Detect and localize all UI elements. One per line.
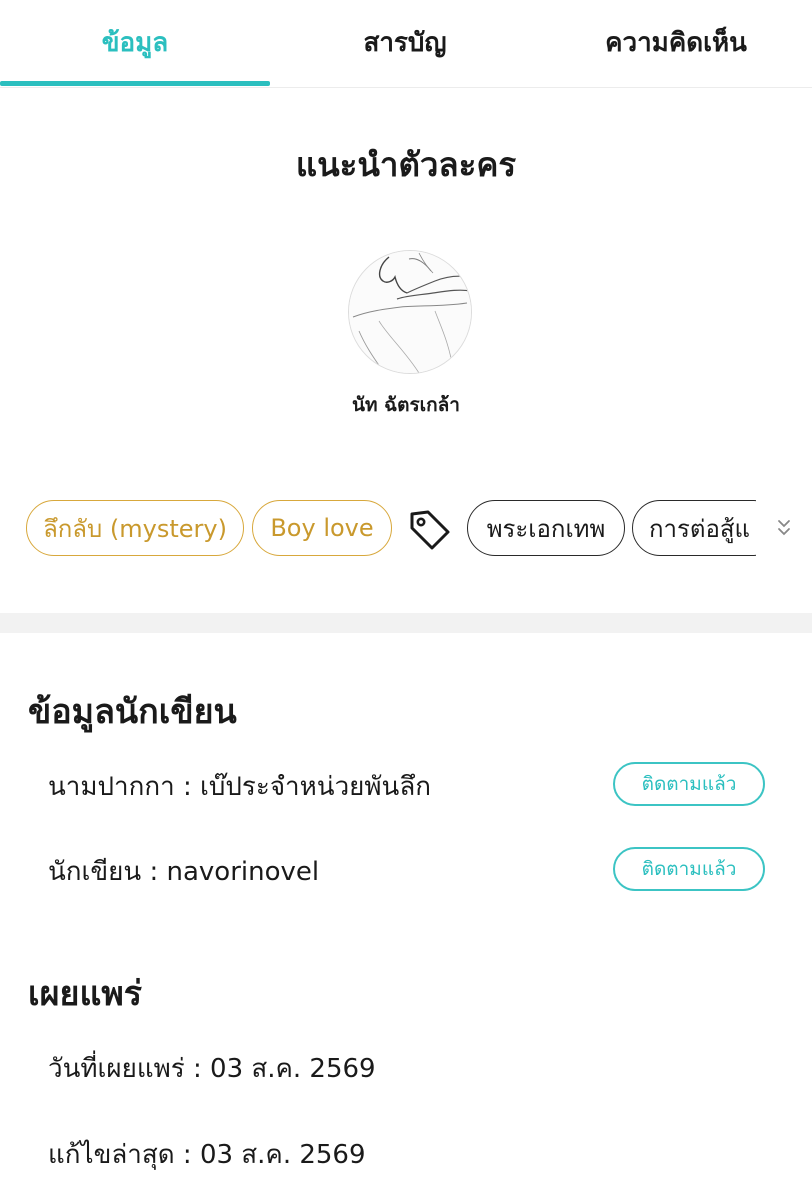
edited-date-label: แก้ไขล่าสุด : <box>48 1140 200 1170</box>
writer-value[interactable]: navorinovel <box>166 857 319 887</box>
published-date-label: วันที่เผยแพร่ : <box>48 1054 211 1084</box>
published-date-row: วันที่เผยแพร่ : 03 ส.ค. 2569 <box>48 1048 376 1089</box>
tab-contents[interactable]: สารบัญ <box>270 0 540 84</box>
publish-info-title: เผยแพร่ <box>28 974 143 1014</box>
follow-writer-button[interactable]: ติดตามแล้ว <box>613 847 765 891</box>
writer-row: นักเขียน : navorinovel <box>48 851 319 892</box>
character-avatar[interactable] <box>348 250 472 374</box>
published-date-value: 03 ส.ค. 2569 <box>210 1054 376 1084</box>
character-name: นัท ฉัตรเกล้า <box>352 394 460 416</box>
tab-comments[interactable]: ความคิดเห็น <box>540 0 812 84</box>
pen-name-row: นามปากกา : เบ๊ประจำหน่วยพันลึก <box>48 766 431 807</box>
keyword-tag-1[interactable]: พระเอกเทพ <box>467 500 625 556</box>
character-sketch-image <box>349 251 471 373</box>
writer-label: นักเขียน : <box>48 857 167 887</box>
expand-down-icon[interactable] <box>774 517 794 541</box>
pen-name-label: นามปากกา : <box>48 772 200 802</box>
edited-date-row: แก้ไขล่าสุด : 03 ส.ค. 2569 <box>48 1134 366 1175</box>
section-divider <box>0 613 812 633</box>
tab-info[interactable]: ข้อมูล <box>0 0 270 84</box>
tab-bar: ข้อมูล สารบัญ ความคิดเห็น <box>0 0 812 88</box>
writer-info-title: ข้อมูลนักเขียน <box>28 692 237 732</box>
edited-date-value: 03 ส.ค. 2569 <box>199 1140 366 1170</box>
tag-icon <box>410 510 450 550</box>
character-section-title: แนะนำตัวละคร <box>295 145 517 184</box>
genre-tag-boy-love[interactable]: Boy love <box>252 500 392 556</box>
active-tab-indicator <box>0 81 270 86</box>
pen-name-value[interactable]: เบ๊ประจำหน่วยพันลึก <box>200 772 431 802</box>
follow-pen-name-button[interactable]: ติดตามแล้ว <box>613 762 765 806</box>
genre-tag-mystery[interactable]: ลึกลับ (mystery) <box>26 500 244 556</box>
